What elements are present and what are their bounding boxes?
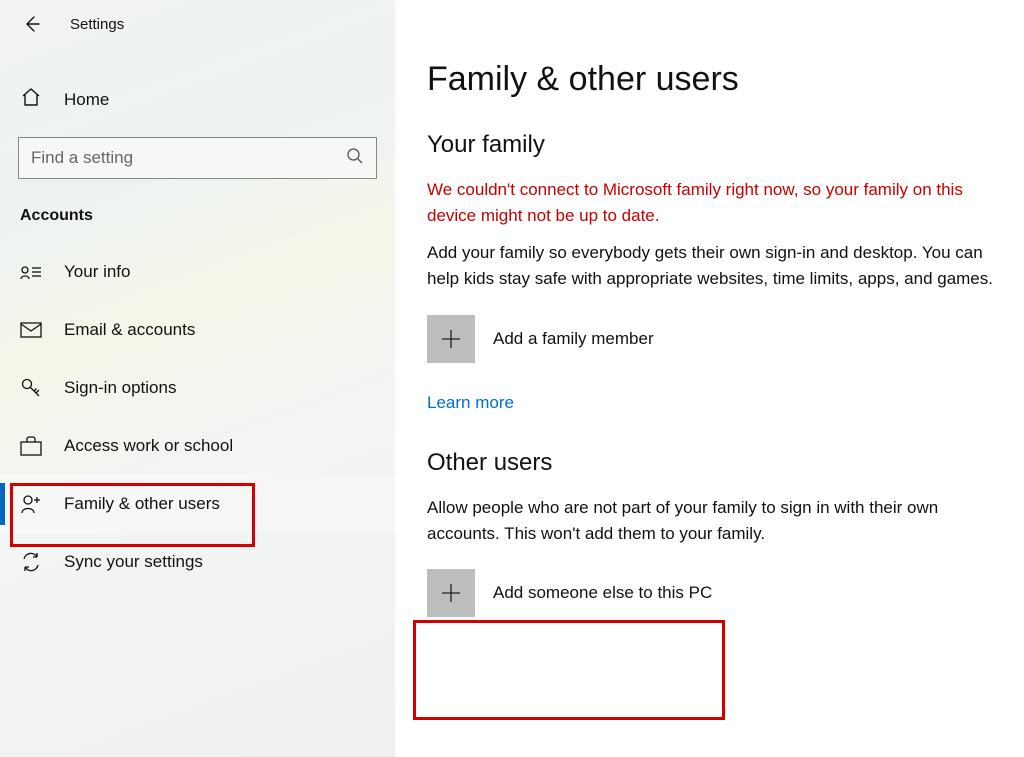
sync-icon xyxy=(20,551,42,573)
person-card-icon xyxy=(20,261,42,283)
nav-label: Access work or school xyxy=(64,436,233,456)
search-input[interactable] xyxy=(31,148,346,168)
category-heading: Accounts xyxy=(20,207,395,225)
nav-access-work[interactable]: Access work or school xyxy=(0,417,395,475)
nav-signin-options[interactable]: Sign-in options xyxy=(0,359,395,417)
other-users-heading: Other users xyxy=(427,449,996,477)
main-content: Family & other users Your family We coul… xyxy=(395,0,1024,757)
nav-label: Sign-in options xyxy=(64,378,176,398)
nav-sync-settings[interactable]: Sync your settings xyxy=(0,533,395,591)
people-plus-icon xyxy=(20,493,42,515)
nav-label: Sync your settings xyxy=(64,552,203,572)
home-nav[interactable]: Home xyxy=(0,72,395,127)
mail-icon xyxy=(20,319,42,341)
search-box[interactable] xyxy=(18,137,377,179)
sidebar: Settings Home Accounts Your info Email & xyxy=(0,0,395,757)
key-icon xyxy=(20,377,42,399)
add-family-label: Add a family member xyxy=(493,329,654,349)
back-arrow-icon xyxy=(22,14,42,34)
header-row: Settings xyxy=(0,0,395,44)
plus-icon xyxy=(427,315,475,363)
plus-icon xyxy=(427,569,475,617)
search-container xyxy=(18,137,377,179)
nav-list: Your info Email & accounts Sign-in optio… xyxy=(0,243,395,591)
family-heading: Your family xyxy=(427,131,996,159)
page-title: Family & other users xyxy=(427,60,996,99)
add-family-member-button[interactable]: Add a family member xyxy=(427,311,996,367)
family-error-text: We couldn't connect to Microsoft family … xyxy=(427,177,996,228)
nav-your-info[interactable]: Your info xyxy=(0,243,395,301)
learn-more-link[interactable]: Learn more xyxy=(427,393,514,413)
other-users-description: Allow people who are not part of your fa… xyxy=(427,495,996,548)
home-icon xyxy=(20,86,42,113)
add-someone-else-button[interactable]: Add someone else to this PC xyxy=(427,565,996,621)
nav-label: Family & other users xyxy=(64,494,220,514)
home-label: Home xyxy=(64,90,109,110)
family-description: Add your family so everybody gets their … xyxy=(427,240,996,293)
search-icon xyxy=(346,147,364,170)
add-someone-label: Add someone else to this PC xyxy=(493,583,712,603)
app-title: Settings xyxy=(70,16,124,33)
nav-family-users[interactable]: Family & other users xyxy=(0,475,395,533)
nav-label: Email & accounts xyxy=(64,320,195,340)
nav-label: Your info xyxy=(64,262,130,282)
back-button[interactable] xyxy=(20,12,44,36)
briefcase-icon xyxy=(20,435,42,457)
nav-email-accounts[interactable]: Email & accounts xyxy=(0,301,395,359)
